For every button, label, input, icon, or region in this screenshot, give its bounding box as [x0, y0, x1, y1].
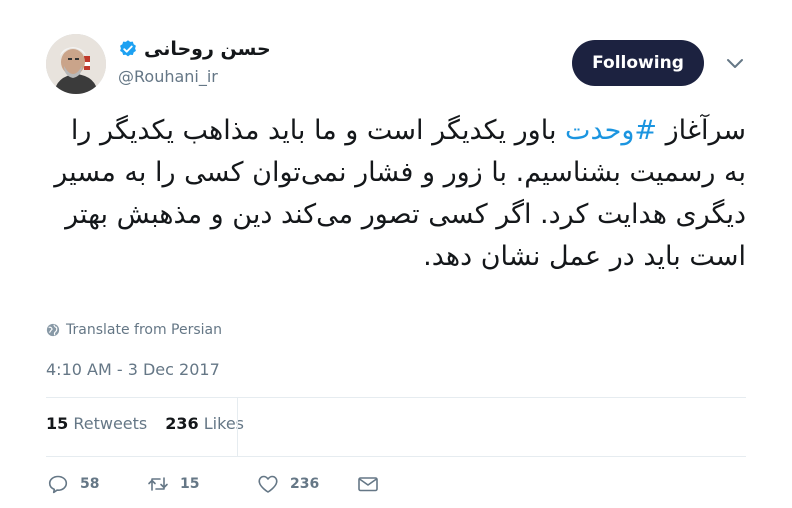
retweets-stat[interactable]: 15 Retweets [46, 414, 147, 433]
translate-label: Translate from Persian [66, 322, 222, 338]
envelope-icon [358, 477, 378, 492]
avatar[interactable] [46, 34, 106, 94]
reply-icon [48, 475, 68, 494]
chevron-down-icon[interactable] [726, 56, 744, 70]
heart-icon [258, 475, 278, 493]
reply-count: 58 [80, 476, 100, 492]
retweets-count: 15 [46, 414, 69, 433]
divider-bottom [46, 456, 746, 457]
verified-badge-icon [120, 40, 136, 57]
retweet-icon [148, 477, 168, 491]
stats-separator [237, 398, 238, 456]
author-name[interactable]: حسن روحانی [118, 38, 271, 60]
action-bar: 58 15 236 [46, 472, 380, 496]
retweet-count: 15 [180, 476, 200, 492]
likes-stat[interactable]: 236 Likes [165, 414, 244, 433]
avatar-photo [46, 34, 106, 94]
like-button[interactable]: 236 [256, 472, 356, 496]
divider-top [46, 397, 746, 398]
tweet-text: سرآغاز #وحدت باور یکدیگر است و ما باید م… [46, 110, 746, 278]
following-button[interactable]: Following [572, 40, 704, 86]
author-handle[interactable]: @Rouhani_ir [118, 67, 218, 86]
likes-count: 236 [165, 414, 199, 433]
tweet-timestamp[interactable]: 4:10 AM - 3 Dec 2017 [46, 360, 220, 379]
like-count: 236 [290, 476, 320, 492]
globe-icon [46, 323, 60, 337]
hashtag-link[interactable]: #وحدت [565, 115, 657, 146]
tweet-text-start: سرآغاز [657, 115, 746, 146]
retweets-label: Retweets [73, 414, 148, 433]
reply-button[interactable]: 58 [46, 472, 146, 496]
display-name: حسن روحانی [144, 38, 271, 60]
translate-link[interactable]: Translate from Persian [46, 322, 222, 338]
direct-message-button[interactable] [356, 472, 380, 496]
stats-row: 15 Retweets 236 Likes [46, 414, 244, 433]
retweet-button[interactable]: 15 [146, 472, 256, 496]
